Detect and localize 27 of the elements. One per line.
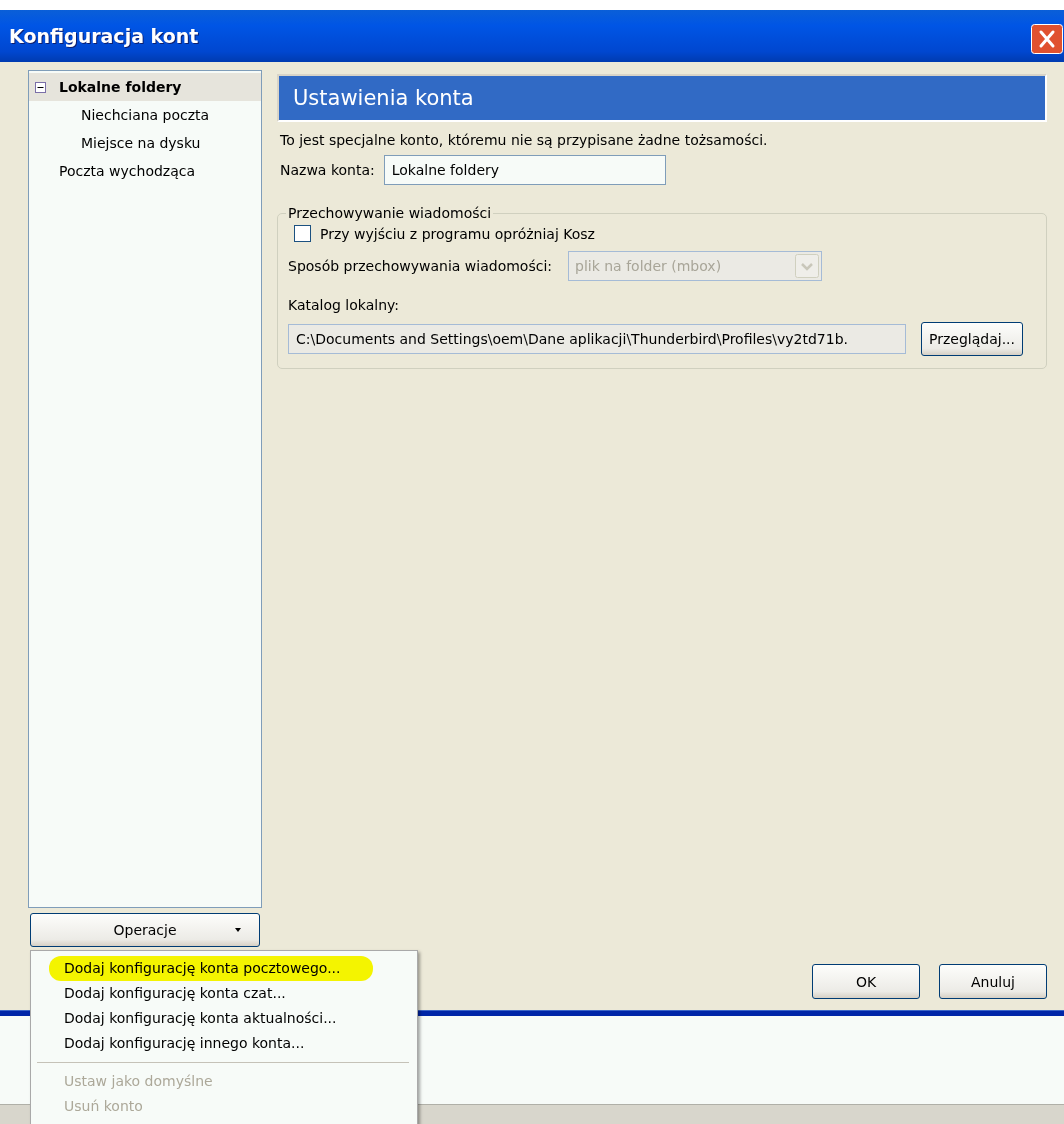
description-text: To jest specjalne konto, któremu nie są przypisane żadne tożsamości. [280,132,769,148]
field-label: Nazwa konta: [280,162,375,178]
browse-button[interactable]: Przeglądaj... [921,322,1023,356]
tree-item[interactable]: Niechciana poczta [57,101,261,129]
operations-button[interactable]: Operacje [30,913,260,947]
collapse-icon[interactable] [35,81,46,93]
panel-header: Ustawienia konta [277,74,1047,122]
field-label: Katalog lokalny: [288,297,400,313]
dialog-button[interactable]: Anuluj [939,964,1047,999]
group-title: Przechowywanie wiadomości [287,205,493,221]
menu-item[interactable]: Dodaj konfigurację konta pocztowego... [49,956,373,981]
directory-field[interactable]: C:\Documents and Settings\oem\Dane aplikacji\Thunderbird\Profiles\vy2td71b. [288,324,906,354]
chevron-down-icon [795,254,819,278]
tree-item[interactable]: Poczta wychodząca [29,157,261,185]
caret-icon [235,928,241,932]
menu-item[interactable]: Dodaj konfigurację innego konta... [31,1031,417,1056]
close-button[interactable] [1031,24,1063,54]
tree-item[interactable]: Lokalne foldery [29,73,261,101]
menu-item[interactable]: Dodaj konfigurację konta czat... [31,981,417,1006]
menu-item[interactable]: Dodaj konfigurację konta aktualności... [31,1006,417,1031]
account-name-field[interactable]: Lokalne foldery [383,155,666,185]
dialog-button[interactable]: OK [812,964,920,999]
checkbox-label: Przy wyjściu z programu opróżniaj Kosz [320,225,595,242]
checkbox[interactable] [294,225,311,242]
field-label: Sposób przechowywania wiadomości: [288,258,552,274]
window-title: Konfiguracja kont [8,25,199,47]
tree-item[interactable]: Miejsce na dysku [57,129,261,157]
